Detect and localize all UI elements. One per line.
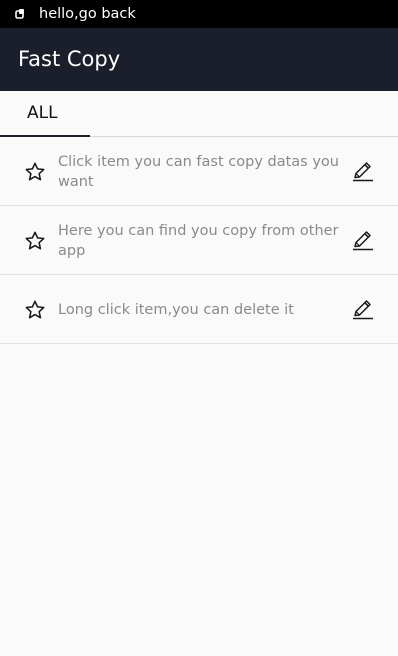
status-bar: hello,go back [0, 0, 398, 28]
item-text: Click item you can fast copy datas you w… [58, 154, 339, 190]
star-outline-icon[interactable] [24, 230, 46, 252]
app-bar: Fast Copy [0, 28, 398, 91]
star-outline-icon[interactable] [24, 161, 46, 183]
item-text: Long click item,you can delete it [58, 302, 294, 318]
list-item[interactable]: Here you can find you copy from other ap… [0, 206, 398, 275]
pencil-icon[interactable] [351, 297, 375, 321]
app-title: Fast Copy [18, 47, 121, 71]
notification-icon [15, 9, 24, 19]
item-text: Here you can find you copy from other ap… [58, 223, 339, 259]
list-item[interactable]: Long click item,you can delete it [0, 275, 398, 344]
tab-label: ALL [27, 103, 58, 123]
pencil-icon[interactable] [351, 159, 375, 183]
star-outline-icon[interactable] [24, 299, 46, 321]
tab-all[interactable]: ALL [0, 91, 90, 137]
list-item[interactable]: Click item you can fast copy datas you w… [0, 137, 398, 206]
status-text: hello,go back [39, 6, 136, 22]
pencil-icon[interactable] [351, 228, 375, 252]
tab-strip: ALL [0, 91, 398, 137]
copy-list: Click item you can fast copy datas you w… [0, 137, 398, 344]
